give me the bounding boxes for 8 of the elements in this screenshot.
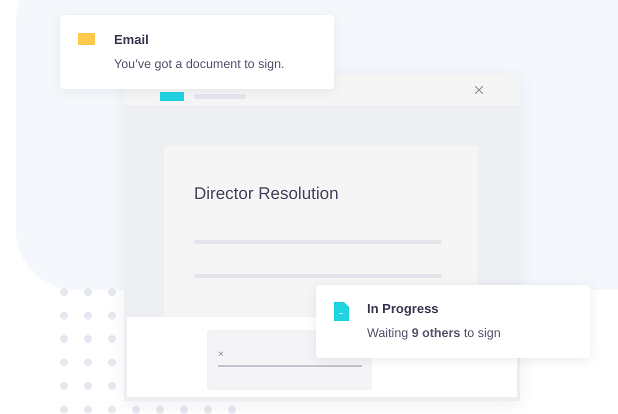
document-icon xyxy=(334,302,349,321)
envelope-icon xyxy=(78,33,95,45)
tab-icon xyxy=(160,92,184,101)
email-message: You’ve got a document to sign. xyxy=(114,56,284,72)
document-title: Director Resolution xyxy=(194,184,340,204)
email-title: Email xyxy=(114,32,150,48)
signature-mark: × xyxy=(218,350,224,360)
status-title: In Progress xyxy=(367,301,440,317)
